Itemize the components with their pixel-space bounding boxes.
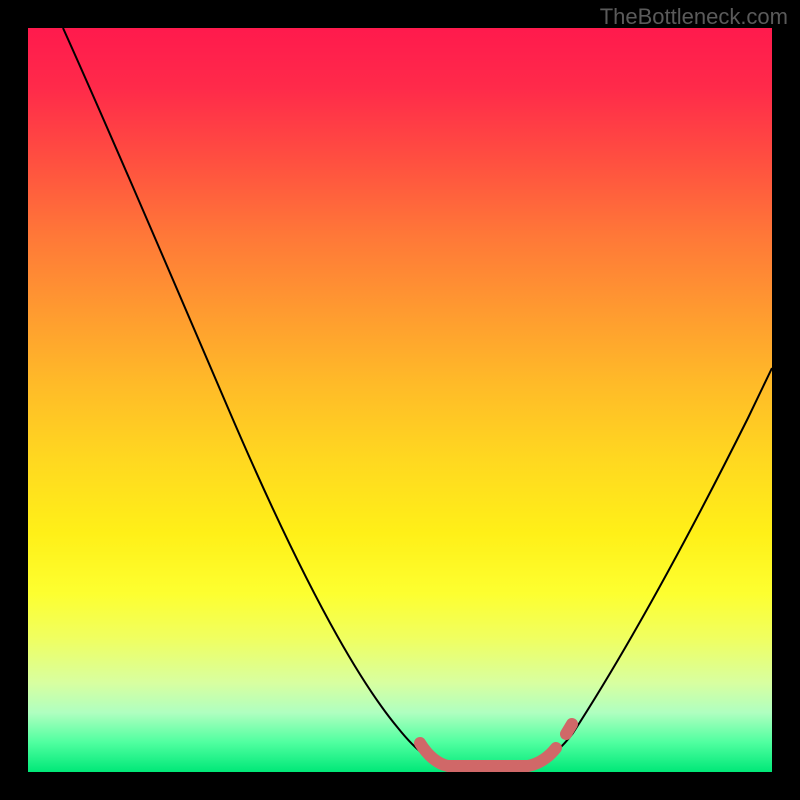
watermark-text: TheBottleneck.com bbox=[600, 4, 788, 30]
highlight-marker-band bbox=[420, 724, 572, 766]
bottleneck-curve-line bbox=[63, 28, 772, 766]
chart-plot-area bbox=[28, 28, 772, 772]
chart-svg bbox=[28, 28, 772, 772]
